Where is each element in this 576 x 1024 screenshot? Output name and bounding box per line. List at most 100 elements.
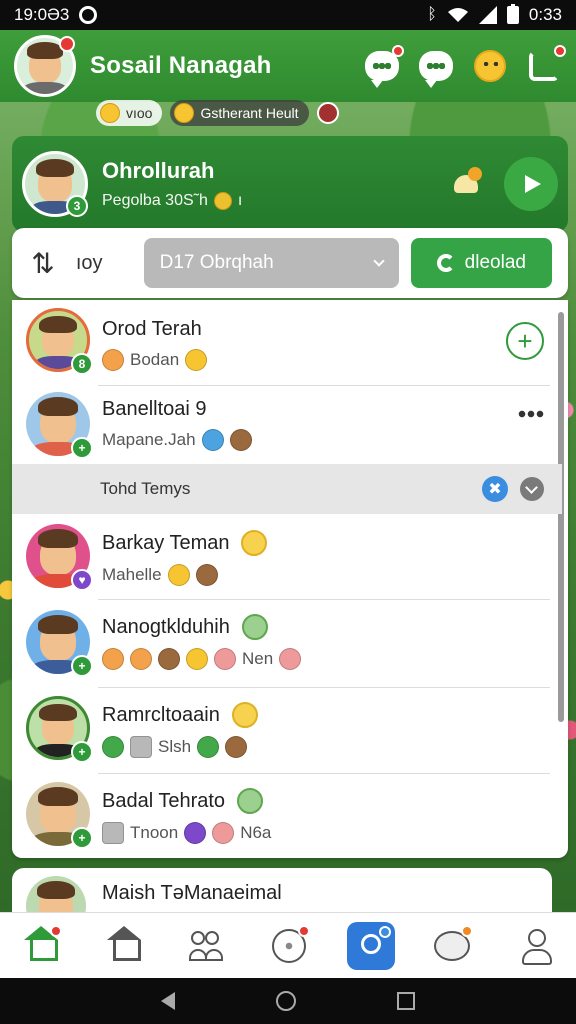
battery-icon <box>506 4 519 24</box>
face-icon <box>158 648 180 670</box>
online-badge: 3 <box>66 195 88 217</box>
contact-sub: Mahelle <box>102 564 542 586</box>
chip-badge-icon[interactable] <box>316 102 339 124</box>
box-icon <box>102 822 124 844</box>
face-icon <box>212 822 235 844</box>
emoji-icon <box>241 530 268 556</box>
list-item[interactable]: + Nanogtklduhih Nen <box>12 600 562 688</box>
chip-label: Gstherant Heult <box>200 105 299 121</box>
message-icon[interactable] <box>418 48 454 88</box>
chat-bubble-icon[interactable] <box>364 45 404 88</box>
avatar: + <box>26 696 93 763</box>
chevron-down-icon <box>372 255 385 267</box>
online-badge: + <box>71 437 93 459</box>
contact-name-text: Ramrcltoaain <box>102 703 220 726</box>
status-badge: ♥ <box>71 569 93 591</box>
leaf-icon <box>197 736 220 758</box>
settings-icon[interactable]: ✖ <box>482 476 508 502</box>
list-item[interactable]: ♥ Barkay Teman Mahelle <box>12 514 562 600</box>
contact-sub-text: Mahelle <box>102 565 162 584</box>
box-icon <box>130 736 152 758</box>
notification-icon <box>79 6 98 24</box>
profile-avatar[interactable]: 3 <box>22 151 88 217</box>
online-badge: 8 <box>71 353 93 375</box>
profile-banner: 3 Ohrollurah Pegolba 30S˜h ı <box>12 136 568 232</box>
add-friend-button[interactable]: + <box>506 322 544 360</box>
plus-icon <box>102 736 124 758</box>
contact-sub: Nen <box>102 648 542 670</box>
reward-icon[interactable] <box>450 167 484 201</box>
smiley-icon <box>213 192 232 210</box>
smiley-icon[interactable] <box>472 48 508 84</box>
contact-sub-text: Tnoon <box>130 823 179 842</box>
back-icon[interactable] <box>160 992 175 1010</box>
contact-list: 8 Orod Terah Bodan + + Banelltoai 9 Mapa… <box>12 300 568 858</box>
profile-status-suffix: ı <box>237 192 243 209</box>
download-button[interactable]: dleolad <box>410 238 552 288</box>
contact-name-text: Barkay Teman <box>102 531 230 554</box>
contact-name: Nanogtklduhih <box>102 614 542 640</box>
smiley-icon <box>100 103 120 123</box>
house-icon <box>106 925 141 961</box>
face-icon <box>214 648 236 670</box>
more-icon[interactable] <box>518 410 544 418</box>
sort-icon[interactable]: ⇅ <box>28 247 58 280</box>
status-time: 19:0Ə3 <box>14 5 70 24</box>
emoji-icon <box>241 614 268 640</box>
filter-select[interactable]: D17 Obrqhah <box>143 238 399 288</box>
online-badge: + <box>71 827 93 849</box>
face-icon <box>102 648 124 670</box>
contact-sub: Mapane.Jah <box>102 429 542 451</box>
filter-bar: ⇅ ıoy D17 Obrqhah dleolad <box>12 228 568 298</box>
contact-sub: Tnoon N6a <box>102 822 542 844</box>
list-item[interactable]: + Ramrcltoaain Slsh <box>12 688 562 774</box>
contact-sub-text: Mapane.Jah <box>102 430 196 449</box>
avatar-notification-badge <box>59 36 75 52</box>
avatar: 8 <box>26 308 93 375</box>
shield-icon <box>184 822 207 844</box>
list-item[interactable]: + Banelltoai 9 Mapane.Jah <box>12 386 562 464</box>
chip-health[interactable]: Gstherant Heult <box>170 100 309 126</box>
contact-name: Maish TəManaeimal <box>102 882 282 904</box>
contact-name: Badal Tehrato <box>102 788 542 814</box>
app-title: Sosail Nanagah <box>90 52 272 79</box>
home-circle-icon[interactable] <box>275 991 296 1011</box>
system-nav-bar <box>0 978 576 1024</box>
face-icon <box>102 349 124 371</box>
refresh-icon[interactable] <box>526 45 566 84</box>
profile-status-text: Pegolba 30S˜h <box>102 192 208 209</box>
list-item[interactable]: 8 Orod Terah Bodan + <box>12 300 562 386</box>
profile-status: Pegolba 30S˜h ı <box>102 192 450 210</box>
send-icon <box>525 175 541 193</box>
chip-mood[interactable]: vıoo <box>96 100 163 126</box>
recents-icon[interactable] <box>397 992 416 1010</box>
list-item[interactable]: + Badal Tehrato Tnoon N6a <box>12 774 562 858</box>
profile-icon <box>520 928 552 965</box>
contact-name: Barkay Teman <box>102 530 542 556</box>
profile-name: Ohrollurah <box>102 158 215 183</box>
avatar: ♥ <box>26 524 93 591</box>
bottom-nav <box>0 912 576 978</box>
nav-village[interactable] <box>99 921 149 971</box>
tag-chips: vıoo Gstherant Heult <box>96 100 339 126</box>
avatar: + <box>26 392 93 459</box>
chip-label: vıoo <box>126 105 153 121</box>
download-label: dleolad <box>464 252 526 273</box>
send-button[interactable] <box>504 157 558 211</box>
online-badge: + <box>71 655 93 677</box>
contact-name-text: Nanogtklduhih <box>102 615 230 638</box>
nav-home[interactable] <box>16 921 66 971</box>
filter-select-value: D17 Obrqhah <box>159 252 274 273</box>
header-avatar[interactable] <box>14 35 76 97</box>
section-label: Tohd Temys <box>100 479 191 498</box>
download-icon <box>436 254 455 272</box>
app-header: Sosail Nanagah <box>0 30 576 102</box>
collapse-icon[interactable] <box>520 477 544 501</box>
nav-games[interactable] <box>264 921 314 971</box>
bolt-icon <box>167 564 190 586</box>
wifi-icon <box>447 8 468 22</box>
nav-profile[interactable] <box>510 921 560 971</box>
nav-explore[interactable] <box>346 921 395 970</box>
nav-mask[interactable] <box>427 921 477 971</box>
nav-friends[interactable] <box>181 921 231 971</box>
